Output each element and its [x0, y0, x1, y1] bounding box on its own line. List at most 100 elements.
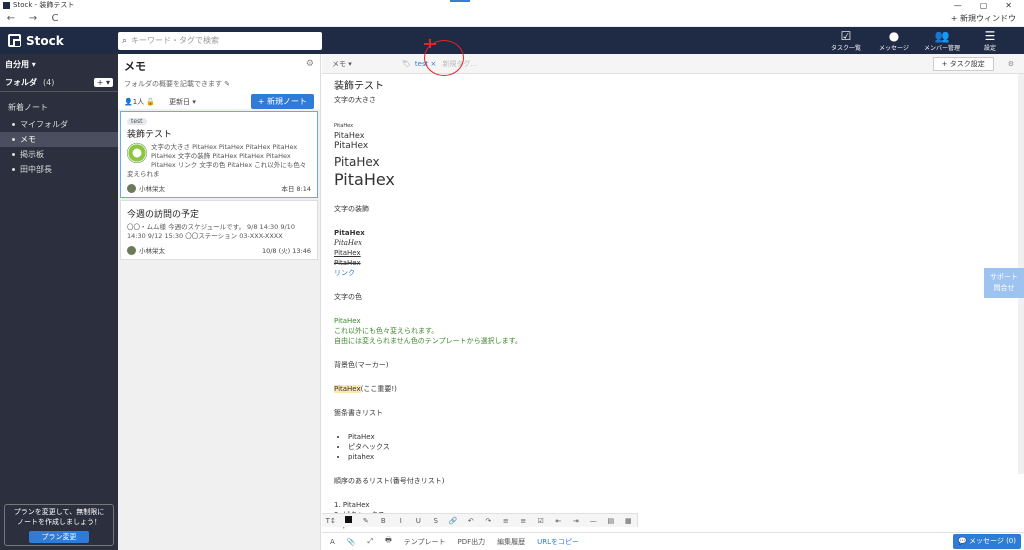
format-toolbar: T↕ ✎ B I U S 🔗 ↶ ↷ ≡ ≡ ☑ ⇤ ⇥ — ▤ ▦: [322, 513, 638, 527]
bullet-list-icon[interactable]: ≡: [497, 517, 515, 525]
note-footer: 小林栄太 本日 8:14: [127, 183, 311, 193]
sidebar-item-myfolder[interactable]: マイフォルダ: [0, 117, 118, 132]
attach-icon[interactable]: 📎: [347, 538, 356, 546]
link-icon[interactable]: 🔗: [445, 517, 463, 525]
note-date: 本日 8:14: [281, 185, 311, 193]
checklist-icon[interactable]: ☑: [532, 517, 550, 525]
sidebar-item-tanaka[interactable]: 田中部長: [0, 162, 118, 177]
chat-icon: ●: [888, 29, 900, 43]
sidebar-item-memo[interactable]: メモ: [0, 132, 118, 147]
print-icon[interactable]: 🖶: [385, 536, 392, 547]
history-button[interactable]: 編集履歴: [497, 537, 525, 547]
new-notes-link[interactable]: 新着ノート: [0, 92, 118, 117]
support-button[interactable]: サポート 問合せ: [984, 268, 1024, 298]
annotation-mark: [429, 39, 431, 48]
list-item: PitaHex: [348, 432, 1012, 442]
sidebar-item-board[interactable]: 掲示板: [0, 147, 118, 162]
hr-icon[interactable]: —: [585, 517, 603, 525]
minimize-button[interactable]: —: [954, 1, 962, 10]
app-icon: [3, 1, 10, 9]
note-list: メモ ⚙ フォルダの概要を記載できます ✎ 👤1人 🔓 更新日 ▾ + 新規ノー…: [118, 54, 321, 550]
redo-icon[interactable]: ↷: [480, 517, 498, 525]
new-note-button[interactable]: + 新規ノート: [250, 94, 314, 109]
back-button[interactable]: ←: [0, 13, 22, 24]
folder-description[interactable]: フォルダの概要を記載できます ✎: [124, 79, 314, 89]
template-button[interactable]: テンプレート: [404, 537, 446, 547]
note-date: 10/8 (火) 13:46: [261, 247, 311, 255]
logo-icon: [8, 34, 21, 47]
task-setting-button[interactable]: + タスク設定: [932, 56, 994, 71]
reload-button[interactable]: C: [44, 13, 66, 24]
task-list-button[interactable]: ☑ タスク一覧: [826, 29, 866, 52]
tag-icon: 🏷: [402, 59, 411, 68]
promo-line-1: プランを変更して、無制限に: [13, 508, 105, 516]
messages-button[interactable]: ● メッセージ: [874, 29, 914, 52]
close-button[interactable]: ✕: [1005, 1, 1012, 10]
new-window-button[interactable]: + 新規ウィンドウ: [951, 13, 1024, 24]
folder-dropdown[interactable]: メモ ▾: [332, 59, 402, 69]
change-plan-button[interactable]: プラン変更: [29, 531, 89, 543]
members-button[interactable]: 👥 メンバー管理: [922, 29, 962, 52]
strike-icon[interactable]: S: [427, 517, 445, 525]
maximize-button[interactable]: ▢: [980, 1, 988, 10]
marker-icon[interactable]: ✎: [357, 517, 375, 525]
outdent-icon[interactable]: ⇤: [550, 517, 568, 525]
bold-icon[interactable]: B: [375, 517, 393, 525]
section-heading: 文字の大きさ: [334, 96, 376, 104]
text-size-icon[interactable]: T↕: [322, 517, 340, 525]
logo[interactable]: Stock: [0, 34, 118, 48]
expand-icon[interactable]: ⤢: [368, 537, 374, 546]
sort-dropdown[interactable]: 更新日 ▾: [169, 97, 196, 107]
sidebar-item-label: マイフォルダ: [20, 120, 68, 129]
editor-body[interactable]: 装飾テスト 文字の大きさ PitaHex PitaHex PitaHex Pit…: [322, 74, 1024, 534]
note-list-meta: 👤1人 🔓 更新日 ▾ + 新規ノート: [124, 94, 314, 109]
members-count[interactable]: 👤1人 🔓: [124, 97, 155, 107]
table-icon[interactable]: ▤: [602, 517, 620, 525]
note-preview: 文字の大きさ PitaHex PitaHex PitaHex PitaHex P…: [127, 143, 307, 178]
indent-icon[interactable]: ⇥: [567, 517, 585, 525]
settings-label: 設定: [983, 45, 996, 52]
undo-icon[interactable]: ↶: [462, 517, 480, 525]
underline-sample: PitaHex: [334, 249, 361, 257]
support-label: サポート: [990, 273, 1018, 281]
pdf-export-button[interactable]: PDF出力: [458, 537, 486, 547]
size-sample: PitaHex: [334, 155, 380, 169]
section-heading: 文字の装飾: [334, 205, 369, 213]
copy-url-button[interactable]: URLをコピー: [537, 537, 579, 547]
note-card[interactable]: test 装飾テスト 文字の大きさ PitaHex PitaHex PitaHe…: [120, 111, 318, 198]
message-button[interactable]: 💬 メッセージ (0): [953, 534, 1021, 549]
underline-icon[interactable]: U: [410, 517, 428, 525]
promo-line-2: ノートを作成しましょう！: [17, 518, 101, 526]
add-folder-button[interactable]: + ▾: [93, 78, 113, 87]
note-title: 装飾テスト: [127, 130, 173, 140]
gear-icon[interactable]: ⚙: [306, 59, 314, 69]
forward-button[interactable]: →: [22, 13, 44, 24]
italic-sample: PitaHex: [334, 239, 363, 247]
note-editor: メモ ▾ 🏷 test × 新規タグ... + タスク設定 ⚙ 装飾テスト 文字…: [322, 39, 1024, 550]
size-sample: PitaHex: [334, 123, 354, 129]
bullet-icon: [12, 153, 15, 156]
app-header: Stock ⌕ キーワード・タグで検索 ☑ タスク一覧 ● メッセージ 👥 メン…: [0, 27, 1024, 54]
text-color-icon[interactable]: [340, 516, 358, 525]
settings-button[interactable]: ☰ 設定: [970, 29, 1010, 52]
browser-nav: ← → C + 新規ウィンドウ: [0, 10, 1024, 27]
section-heading: 文字の色: [334, 293, 362, 301]
pencil-icon: ✎: [224, 80, 231, 88]
list-item: ピタヘックス: [348, 442, 1012, 452]
link-sample[interactable]: リンク: [334, 268, 1012, 278]
avatar: [127, 183, 136, 193]
font-icon[interactable]: A: [330, 538, 335, 546]
support-label: 問合せ: [993, 284, 1015, 292]
workspace-selector[interactable]: 自分用 ▾: [0, 54, 118, 74]
note-title-field[interactable]: 装飾テスト: [334, 78, 1012, 95]
sidebar-item-label: メモ: [20, 135, 36, 144]
grid-icon[interactable]: ▦: [620, 517, 638, 525]
italic-icon[interactable]: I: [392, 517, 410, 525]
search-input[interactable]: ⌕ キーワード・タグで検索: [118, 31, 322, 50]
ordered-list-icon[interactable]: ≡: [515, 517, 533, 525]
gear-icon[interactable]: ⚙: [1008, 60, 1014, 68]
note-card[interactable]: 今週の訪問の予定 〇〇・ムム様 今週のスケジュールです。 9/8 14:30 9…: [120, 200, 318, 260]
messages-label: メッセージ: [879, 45, 909, 52]
color-sample: 自由には変えられません色のテンプレートから選択します。: [334, 337, 522, 345]
sidebar: 自分用 ▾ フォルダ (4) + ▾ 新着ノート マイフォルダ メモ 掲示板 田…: [0, 54, 118, 550]
